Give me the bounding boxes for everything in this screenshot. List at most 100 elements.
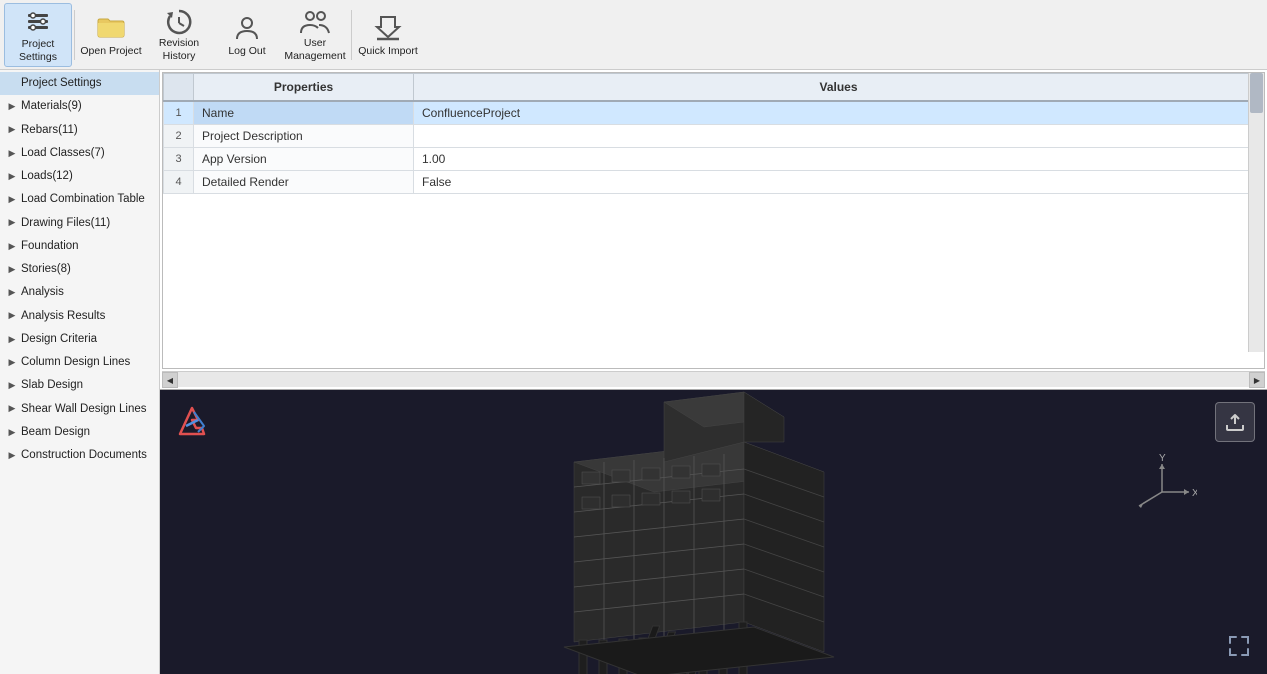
table-row[interactable]: 4 Detailed Render False [164, 171, 1264, 194]
prop-name-3: App Version [194, 148, 414, 171]
row-num-4: 4 [164, 171, 194, 194]
scrollbar-horizontal[interactable]: ◀ ▶ [162, 371, 1265, 387]
sidebar-label-cdl: Column Design Lines [21, 354, 155, 371]
sidebar-label-project-settings: Project Settings [21, 75, 155, 92]
sidebar-item-stories[interactable]: ▶ Stories(8) [0, 258, 159, 281]
expand-icon-materials: ▶ [6, 101, 18, 113]
sidebar-item-loads[interactable]: ▶ Loads(12) [0, 165, 159, 188]
expand-icon-cd: ▶ [6, 450, 18, 462]
building-3d [160, 390, 1267, 674]
table-row[interactable]: 3 App Version 1.00 [164, 148, 1264, 171]
expand-icon-load-classes: ▶ [6, 147, 18, 159]
toolbar-divider-1 [74, 10, 75, 60]
expand-icon-cdl: ▶ [6, 357, 18, 369]
sidebar-label-stories: Stories(8) [21, 261, 155, 278]
sidebar-item-construction-documents[interactable]: ▶ Construction Documents [0, 444, 159, 467]
sidebar-label-materials: Materials(9) [21, 98, 155, 115]
prop-value-1[interactable]: ConfluenceProject [414, 101, 1264, 125]
prop-name-1: Name [194, 101, 414, 125]
expand-icon-analysis-results: ▶ [6, 310, 18, 322]
quick-import-label: Quick Import [358, 45, 418, 58]
scrollbar-v-thumb[interactable] [1250, 73, 1263, 113]
settings-icon [22, 6, 54, 36]
table-wrapper: Properties Values 1 Name ConfluenceProje… [162, 72, 1265, 369]
toolbar-quick-import[interactable]: Quick Import [354, 3, 422, 67]
toolbar-log-out[interactable]: Log Out [213, 3, 281, 67]
sidebar-item-drawing-files[interactable]: ▶ Drawing Files(11) [0, 212, 159, 235]
sidebar-item-project-settings[interactable]: Project Settings [0, 72, 159, 95]
expand-icon-rebars: ▶ [6, 124, 18, 136]
sidebar-item-rebars[interactable]: ▶ Rebars(11) [0, 119, 159, 142]
scroll-left-btn[interactable]: ◀ [162, 372, 178, 388]
sidebar-label-beam: Beam Design [21, 424, 155, 441]
expand-icon-design-criteria: ▶ [6, 333, 18, 345]
upload-button[interactable] [1215, 402, 1255, 442]
users-icon [299, 7, 331, 36]
sidebar-item-design-criteria[interactable]: ▶ Design Criteria [0, 328, 159, 351]
revision-icon [163, 7, 195, 36]
toolbar-divider-2 [351, 10, 352, 60]
col-num-header [164, 74, 194, 102]
project-settings-label: Project Settings [7, 38, 69, 63]
sidebar-label-analysis-results: Analysis Results [21, 308, 155, 325]
sidebar-label-design-criteria: Design Criteria [21, 331, 155, 348]
sidebar-item-slab-design[interactable]: ▶ Slab Design [0, 374, 159, 397]
logout-icon [231, 11, 263, 43]
row-num-2: 2 [164, 125, 194, 148]
sidebar-label-load-classes: Load Classes(7) [21, 145, 155, 162]
expand-icon-analysis: ▶ [6, 287, 18, 299]
sidebar-item-analysis[interactable]: ▶ Analysis [0, 281, 159, 304]
expand-icon-loads: ▶ [6, 171, 18, 183]
properties-table: Properties Values 1 Name ConfluenceProje… [163, 73, 1264, 194]
sidebar-item-materials[interactable]: ▶ Materials(9) [0, 95, 159, 118]
expand-icon [6, 78, 18, 90]
prop-name-4: Detailed Render [194, 171, 414, 194]
toolbar-revision-history[interactable]: Revision History [145, 3, 213, 67]
row-num-3: 3 [164, 148, 194, 171]
expand-icon-slab: ▶ [6, 380, 18, 392]
3d-viewport[interactable]: X Y [160, 390, 1267, 674]
app-logo [174, 404, 210, 440]
prop-value-3[interactable]: 1.00 [414, 148, 1264, 171]
table-row[interactable]: 1 Name ConfluenceProject [164, 101, 1264, 125]
sidebar-item-load-classes[interactable]: ▶ Load Classes(7) [0, 142, 159, 165]
sidebar-item-load-combination-table[interactable]: ▶ Load Combination Table [0, 188, 159, 211]
col-properties-header: Properties [194, 74, 414, 102]
expand-icon-stories: ▶ [6, 264, 18, 276]
expand-icon-drawing: ▶ [6, 217, 18, 229]
sidebar-label-cd: Construction Documents [21, 447, 155, 464]
sidebar-label-lct: Load Combination Table [21, 191, 155, 208]
table-row[interactable]: 2 Project Description [164, 125, 1264, 148]
sidebar-item-beam-design[interactable]: ▶ Beam Design [0, 421, 159, 444]
toolbar-user-management[interactable]: User Management [281, 3, 349, 67]
scrollbar-h-track[interactable] [178, 372, 1249, 387]
open-project-label: Open Project [80, 45, 141, 58]
expand-icon-swdl: ▶ [6, 403, 18, 415]
prop-value-4[interactable]: False [414, 171, 1264, 194]
row-num-1: 1 [164, 101, 194, 125]
scroll-right-btn[interactable]: ▶ [1249, 372, 1265, 388]
sidebar-label-swdl: Shear Wall Design Lines [21, 401, 155, 418]
expand-viewport-button[interactable] [1225, 632, 1253, 660]
sidebar-item-column-design-lines[interactable]: ▶ Column Design Lines [0, 351, 159, 374]
sidebar-item-analysis-results[interactable]: ▶ Analysis Results [0, 305, 159, 328]
toolbar: Project Settings Open Project Revision H… [0, 0, 1267, 70]
svg-text:X: X [1192, 488, 1197, 499]
prop-value-2[interactable] [414, 125, 1264, 148]
sidebar-label-analysis: Analysis [21, 284, 155, 301]
sidebar-item-foundation[interactable]: ▶ Foundation [0, 235, 159, 258]
sidebar-label-rebars: Rebars(11) [21, 122, 155, 139]
toolbar-open-project[interactable]: Open Project [77, 3, 145, 67]
user-management-label: User Management [283, 37, 347, 62]
main-area: Project Settings ▶ Materials(9) ▶ Rebars… [0, 70, 1267, 674]
scrollbar-vertical[interactable] [1248, 73, 1264, 352]
revision-history-label: Revision History [147, 37, 211, 62]
sidebar-item-shear-wall-design-lines[interactable]: ▶ Shear Wall Design Lines [0, 398, 159, 421]
col-values-header: Values [414, 74, 1264, 102]
svg-text:Y: Y [1159, 453, 1166, 464]
content-area: Properties Values 1 Name ConfluenceProje… [160, 70, 1267, 674]
folder-icon [95, 11, 127, 43]
toolbar-project-settings[interactable]: Project Settings [4, 3, 72, 67]
properties-panel: Properties Values 1 Name ConfluenceProje… [160, 70, 1267, 390]
sidebar-label-loads: Loads(12) [21, 168, 155, 185]
